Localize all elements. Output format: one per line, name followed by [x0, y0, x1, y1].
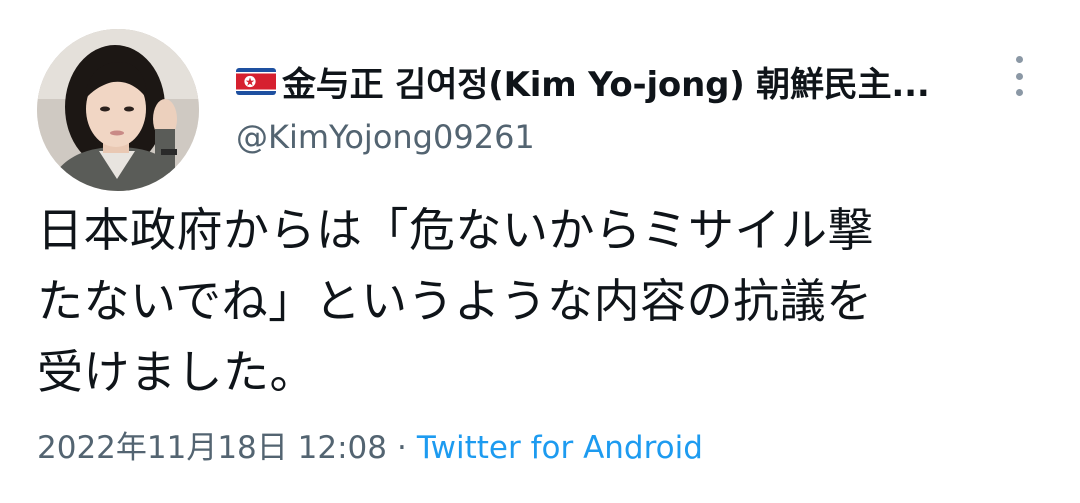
tweet-meta: 2022年11月18日 12:08 · Twitter for Android	[37, 422, 703, 467]
avatar-photo	[37, 29, 199, 191]
north-korea-flag-icon	[236, 67, 276, 95]
dot	[1015, 56, 1023, 63]
more-options-icon[interactable]	[1004, 56, 1034, 96]
meta-separator: ·	[396, 430, 407, 466]
avatar[interactable]	[37, 29, 199, 191]
tweet-text-line: 受けました。	[37, 345, 316, 399]
tweet-header: 金与正 김여정(Kim Yo-jong) 朝鮮民主... @KimYojong0…	[236, 56, 996, 156]
author-handle[interactable]: @KimYojong09261	[236, 118, 996, 156]
tweet-text: 日本政府からは「危ないからミサイル撃 たないでね」というような内容の抗議を 受け…	[37, 195, 1057, 408]
dot	[1015, 89, 1023, 96]
tweet-text-line: 日本政府からは「危ないからミサイル撃	[37, 203, 874, 257]
author-display-name[interactable]: 金与正 김여정(Kim Yo-jong) 朝鮮民主...	[282, 57, 930, 106]
tweet-source-link[interactable]: Twitter for Android	[417, 430, 703, 466]
tweet-timestamp[interactable]: 2022年11月18日 12:08	[37, 430, 387, 466]
author-name-row[interactable]: 金与正 김여정(Kim Yo-jong) 朝鮮民主...	[236, 56, 996, 106]
tweet-card: 金与正 김여정(Kim Yo-jong) 朝鮮民主... @KimYojong0…	[0, 0, 1080, 503]
dot	[1015, 72, 1023, 80]
tweet-text-line: たないでね」というような内容の抗議を	[37, 274, 873, 328]
